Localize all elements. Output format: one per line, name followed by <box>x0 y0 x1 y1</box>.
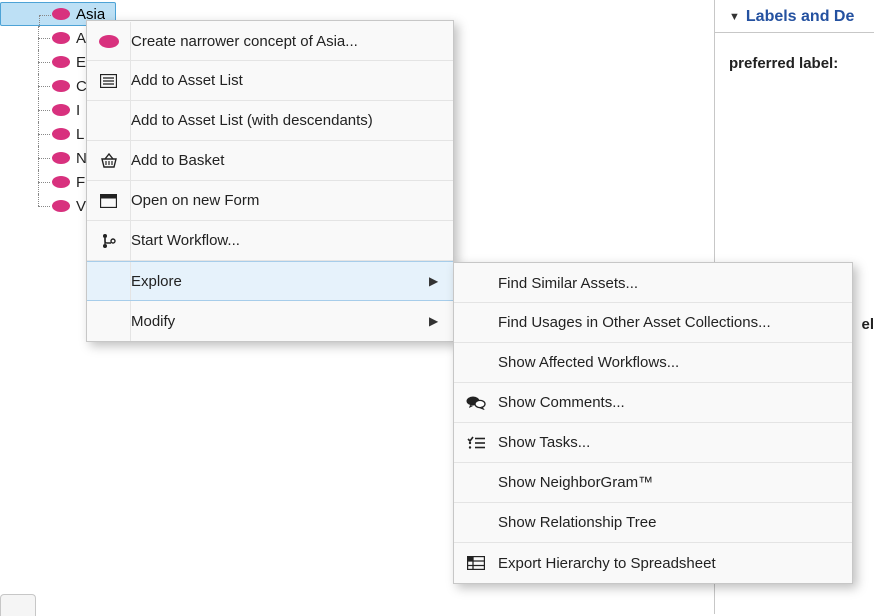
menu-item-label: Show Relationship Tree <box>498 514 852 531</box>
panel-header-text: Labels and De <box>746 8 854 26</box>
submenu-item-show-tasks[interactable]: Show Tasks... <box>454 423 852 463</box>
tree-item-label: F <box>76 174 85 191</box>
empty-icon <box>87 101 131 140</box>
concept-oval-icon <box>87 22 131 60</box>
submenu-arrow-icon: ▶ <box>429 274 453 288</box>
empty-icon <box>87 301 131 341</box>
menu-item-label: Export Hierarchy to Spreadsheet <box>498 555 852 572</box>
list-icon <box>87 61 131 100</box>
submenu-item-show-neighborgram[interactable]: Show NeighborGram™ <box>454 463 852 503</box>
menu-item-label: Add to Asset List <box>131 72 453 89</box>
panel-section-header[interactable]: ▼ Labels and De <box>715 0 874 33</box>
concept-icon <box>52 8 70 20</box>
concept-icon <box>52 80 70 92</box>
menu-item-label: Show NeighborGram™ <box>498 474 852 491</box>
submenu-item-find-usages[interactable]: Find Usages in Other Asset Collections..… <box>454 303 852 343</box>
tree-item-label: E <box>76 54 86 71</box>
menu-item-label: Explore <box>131 273 429 290</box>
menu-item-add-to-basket[interactable]: Add to Basket <box>87 141 453 181</box>
concept-icon <box>52 152 70 164</box>
context-menu: Create narrower concept of Asia... Add t… <box>86 20 454 342</box>
submenu-item-export-hierarchy-spreadsheet[interactable]: Export Hierarchy to Spreadsheet <box>454 543 852 583</box>
concept-icon <box>52 200 70 212</box>
menu-item-add-to-asset-list-descendants[interactable]: Add to Asset List (with descendants) <box>87 101 453 141</box>
explore-submenu: Find Similar Assets... Find Usages in Ot… <box>453 262 853 584</box>
collapse-arrow-icon: ▼ <box>729 11 740 23</box>
panel-cutoff-text: el <box>861 316 874 333</box>
concept-icon <box>52 128 70 140</box>
menu-item-create-narrower-concept[interactable]: Create narrower concept of Asia... <box>87 21 453 61</box>
comments-icon <box>454 395 498 410</box>
menu-item-add-to-asset-list[interactable]: Add to Asset List <box>87 61 453 101</box>
submenu-item-show-comments[interactable]: Show Comments... <box>454 383 852 423</box>
concept-icon <box>52 176 70 188</box>
submenu-item-show-relationship-tree[interactable]: Show Relationship Tree <box>454 503 852 543</box>
workflow-icon <box>87 221 131 260</box>
menu-item-label: Find Similar Assets... <box>498 275 852 292</box>
menu-item-label: Add to Asset List (with descendants) <box>131 112 453 129</box>
concept-icon <box>52 104 70 116</box>
menu-item-label: Start Workflow... <box>131 232 453 249</box>
menu-item-start-workflow[interactable]: Start Workflow... <box>87 221 453 261</box>
tree-item-label: L <box>76 126 84 143</box>
menu-item-modify[interactable]: Modify ▶ <box>87 301 453 341</box>
tasks-icon <box>454 436 498 450</box>
submenu-item-find-similar-assets[interactable]: Find Similar Assets... <box>454 263 852 303</box>
tree-item-label: I <box>76 102 80 119</box>
empty-icon <box>87 262 131 300</box>
menu-item-label: Modify <box>131 313 429 330</box>
menu-item-open-new-form[interactable]: Open on new Form <box>87 181 453 221</box>
preferred-label-field: preferred label: <box>715 33 874 78</box>
submenu-item-show-affected-workflows[interactable]: Show Affected Workflows... <box>454 343 852 383</box>
bottom-tab[interactable] <box>0 594 36 616</box>
menu-item-label: Show Comments... <box>498 394 852 411</box>
spreadsheet-icon <box>454 556 498 570</box>
menu-item-label: Show Affected Workflows... <box>498 354 852 371</box>
tree-item-label: V <box>76 198 86 215</box>
menu-item-label: Create narrower concept of Asia... <box>131 33 453 50</box>
concept-icon <box>52 32 70 44</box>
concept-icon <box>52 56 70 68</box>
tree-item-label: A <box>76 30 86 47</box>
menu-item-label: Open on new Form <box>131 192 453 209</box>
form-icon <box>87 181 131 220</box>
menu-item-explore[interactable]: Explore ▶ <box>87 261 453 301</box>
menu-item-label: Find Usages in Other Asset Collections..… <box>498 314 852 331</box>
menu-item-label: Add to Basket <box>131 152 453 169</box>
basket-icon <box>87 141 131 180</box>
submenu-arrow-icon: ▶ <box>429 314 453 328</box>
menu-item-label: Show Tasks... <box>498 434 852 451</box>
